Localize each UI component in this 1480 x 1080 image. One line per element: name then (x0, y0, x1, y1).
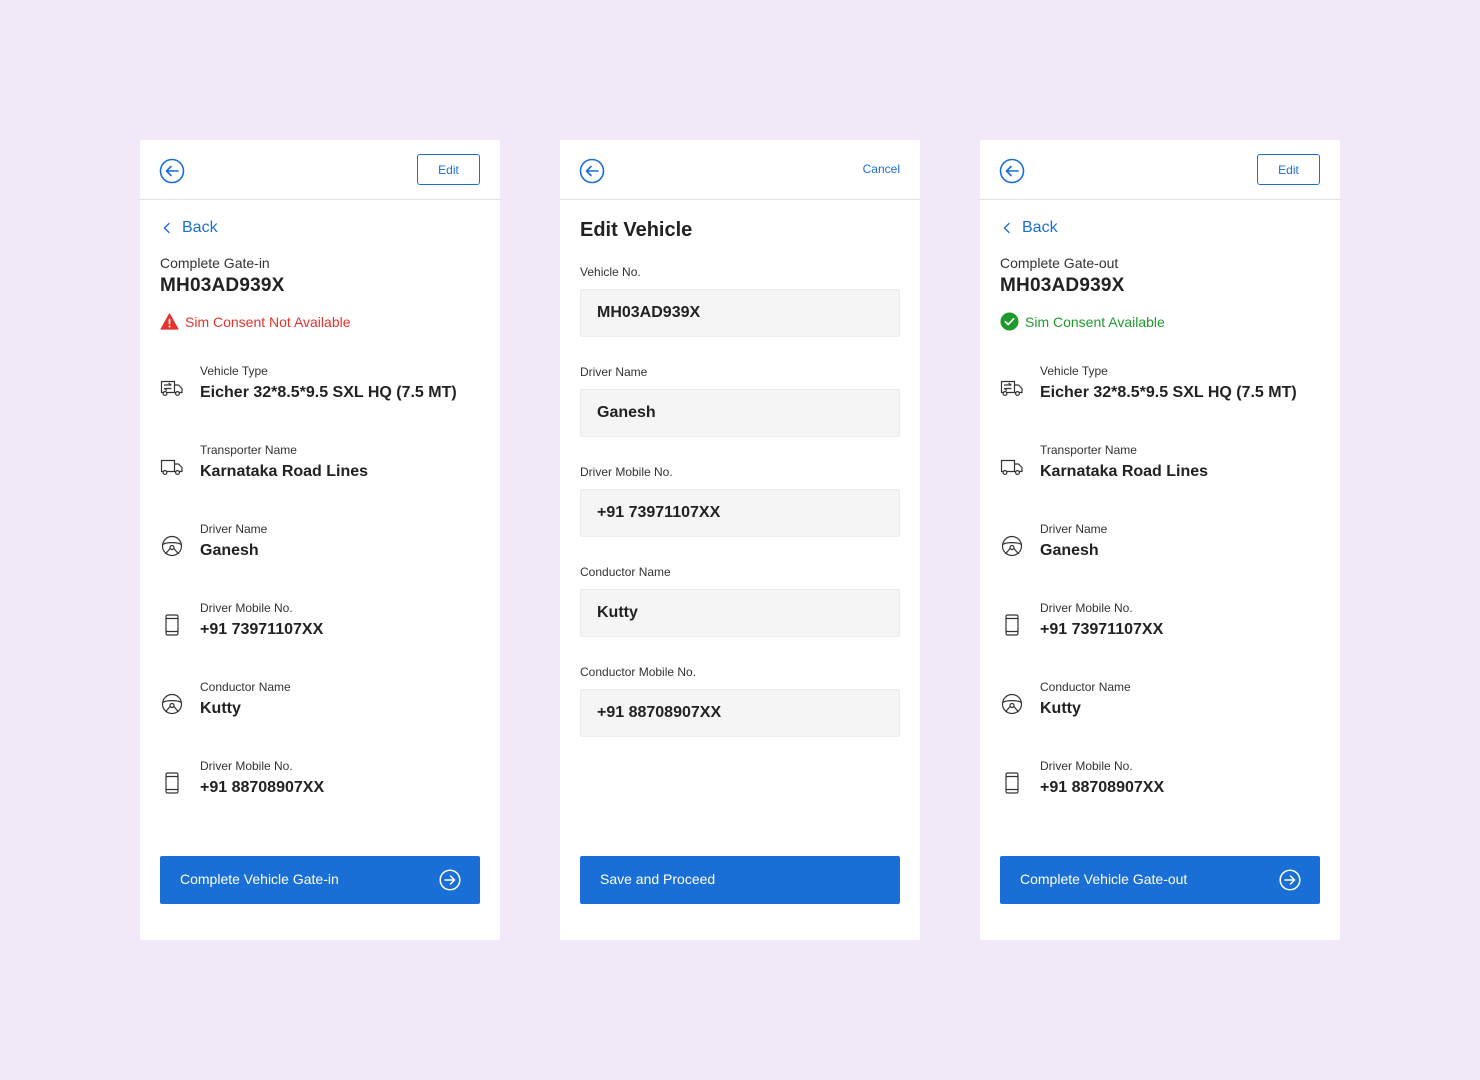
detail-value: +91 73971107XX (1040, 621, 1164, 638)
detail-conductor-name: Conductor Name Kutty (160, 680, 480, 730)
detail-driver-name: Driver Name Ganesh (160, 522, 480, 572)
detail-label: Driver Mobile No. (1040, 601, 1133, 615)
conductor-mobile-label: Conductor Mobile No. (580, 665, 697, 679)
vehicle-no-input[interactable] (580, 289, 900, 337)
truck-swap-icon (1000, 380, 1023, 397)
screen-subtitle: Complete Gate-out (1000, 255, 1119, 271)
driver-mobile-label: Driver Mobile No. (580, 465, 673, 479)
sim-consent-status: Sim Consent Not Available (160, 312, 351, 331)
detail-value: Karnataka Road Lines (1040, 463, 1209, 480)
detail-label: Transporter Name (200, 443, 297, 457)
circle-arrow-left-icon[interactable] (579, 158, 605, 184)
detail-value: +91 88708907XX (200, 779, 325, 796)
edit-vehicle-screen: Cancel Edit Vehicle Vehicle No. Driver N… (560, 140, 920, 940)
gate-in-screen: Edit Back Complete Gate-in MH03AD939X Si… (140, 140, 500, 940)
back-link[interactable]: Back (1000, 218, 1058, 238)
detail-value: Kutty (200, 700, 241, 717)
detail-label: Driver Mobile No. (200, 601, 293, 615)
sim-consent-status: Sim Consent Available (1000, 312, 1165, 331)
detail-value: +91 73971107XX (200, 621, 324, 638)
detail-label: Driver Name (1040, 522, 1108, 536)
detail-value: Karnataka Road Lines (200, 463, 369, 480)
circle-arrow-right-icon (439, 869, 461, 891)
truck-icon (1000, 459, 1023, 476)
vehicle-number: MH03AD939X (1000, 275, 1125, 296)
detail-label: Conductor Name (1040, 680, 1131, 694)
detail-vehicle-type: Vehicle Type Eicher 32*8.5*9.5 SXL HQ (7… (160, 364, 480, 414)
detail-value: +91 88708907XX (1040, 779, 1165, 796)
circle-arrow-left-icon[interactable] (999, 158, 1025, 184)
driver-name-label: Driver Name (580, 365, 648, 379)
detail-label: Driver Name (200, 522, 268, 536)
detail-value: Ganesh (200, 542, 259, 559)
circle-arrow-right-icon (1279, 869, 1301, 891)
vehicle-no-label: Vehicle No. (580, 265, 641, 279)
detail-vehicle-type: Vehicle Type Eicher 32*8.5*9.5 SXL HQ (7… (1000, 364, 1320, 414)
warning-triangle-icon (160, 313, 179, 330)
detail-label: Conductor Name (200, 680, 291, 694)
top-bar: Cancel (560, 140, 920, 200)
detail-conductor-name: Conductor Name Kutty (1000, 680, 1320, 730)
conductor-name-input[interactable] (580, 589, 900, 637)
top-bar: Edit (980, 140, 1340, 200)
vehicle-number: MH03AD939X (160, 275, 285, 296)
detail-transporter-name: Transporter Name Karnataka Road Lines (160, 443, 480, 493)
back-label: Back (1022, 219, 1058, 236)
detail-value: Eicher 32*8.5*9.5 SXL HQ (7.5 MT) (200, 384, 457, 401)
top-bar: Edit (140, 140, 500, 200)
detail-value: Ganesh (1040, 542, 1099, 559)
detail-driver-name: Driver Name Ganesh (1000, 522, 1320, 572)
edit-button[interactable]: Edit (1257, 154, 1320, 185)
screen-subtitle: Complete Gate-in (160, 255, 270, 271)
detail-transporter-name: Transporter Name Karnataka Road Lines (1000, 443, 1320, 493)
chevron-left-icon (163, 222, 170, 234)
detail-driver-mobile: Driver Mobile No. +91 73971107XX (160, 601, 480, 651)
detail-label: Vehicle Type (200, 364, 268, 378)
detail-value: Kutty (1040, 700, 1081, 717)
detail-second-mobile: Driver Mobile No. +91 88708907XX (1000, 759, 1320, 809)
detail-label: Vehicle Type (1040, 364, 1108, 378)
consent-text: Sim Consent Not Available (185, 313, 351, 330)
edit-button[interactable]: Edit (417, 154, 480, 185)
driver-mobile-input[interactable] (580, 489, 900, 537)
back-link[interactable]: Back (160, 218, 218, 238)
mobile-phone-icon (165, 614, 179, 636)
detail-label: Transporter Name (1040, 443, 1137, 457)
cancel-link[interactable]: Cancel (863, 162, 900, 176)
chevron-left-icon (1003, 222, 1010, 234)
detail-driver-mobile: Driver Mobile No. +91 73971107XX (1000, 601, 1320, 651)
conductor-name-label: Conductor Name (580, 565, 671, 579)
mobile-phone-icon (165, 772, 179, 794)
consent-text: Sim Consent Available (1025, 313, 1165, 330)
save-and-proceed-button[interactable]: Save and Proceed (580, 856, 900, 904)
conductor-mobile-input[interactable] (580, 689, 900, 737)
button-label: Complete Vehicle Gate-in (180, 871, 339, 887)
steering-wheel-icon (161, 535, 183, 557)
steering-wheel-icon (1001, 535, 1023, 557)
truck-swap-icon (160, 380, 183, 397)
circle-arrow-left-icon[interactable] (159, 158, 185, 184)
page-title: Edit Vehicle (580, 219, 693, 241)
button-label: Save and Proceed (600, 871, 716, 887)
complete-gate-in-button[interactable]: Complete Vehicle Gate-in (160, 856, 480, 904)
steering-wheel-icon (161, 693, 183, 715)
driver-name-input[interactable] (580, 389, 900, 437)
gate-out-screen: Edit Back Complete Gate-out MH03AD939X S… (980, 140, 1340, 940)
mobile-phone-icon (1005, 614, 1019, 636)
complete-gate-out-button[interactable]: Complete Vehicle Gate-out (1000, 856, 1320, 904)
detail-label: Driver Mobile No. (1040, 759, 1133, 773)
back-label: Back (182, 219, 218, 236)
truck-icon (160, 459, 183, 476)
mobile-phone-icon (1005, 772, 1019, 794)
detail-value: Eicher 32*8.5*9.5 SXL HQ (7.5 MT) (1040, 384, 1297, 401)
detail-second-mobile: Driver Mobile No. +91 88708907XX (160, 759, 480, 809)
button-label: Complete Vehicle Gate-out (1020, 871, 1188, 887)
check-circle-icon (1000, 312, 1019, 331)
detail-label: Driver Mobile No. (200, 759, 293, 773)
steering-wheel-icon (1001, 693, 1023, 715)
